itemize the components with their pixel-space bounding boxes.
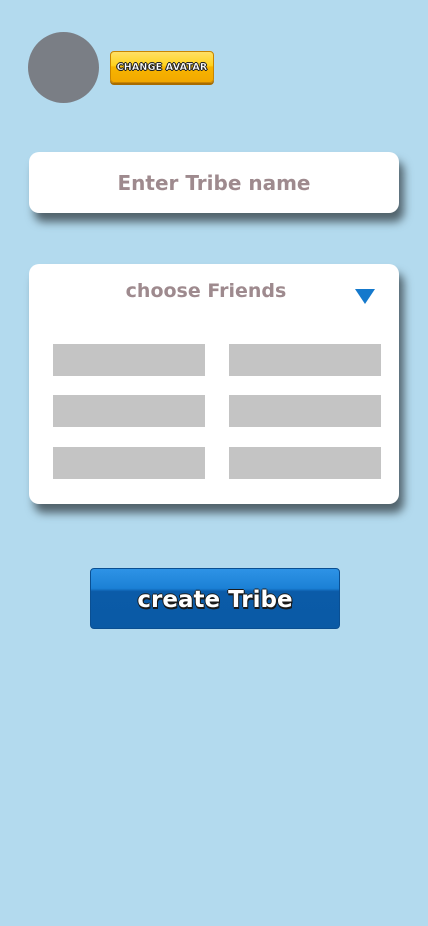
choose-friends-panel: choose Friends bbox=[29, 264, 399, 504]
create-tribe-button[interactable]: create Tribe bbox=[90, 568, 340, 629]
friend-slot[interactable] bbox=[53, 447, 205, 479]
friend-slot[interactable] bbox=[53, 395, 205, 427]
tribe-name-card bbox=[29, 151, 399, 214]
tribe-name-input[interactable] bbox=[29, 151, 399, 214]
choose-friends-title: choose Friends bbox=[125, 280, 287, 302]
friend-slot[interactable] bbox=[53, 344, 205, 376]
friend-slot[interactable] bbox=[229, 344, 381, 376]
create-tribe-label: create Tribe bbox=[137, 586, 293, 613]
triangle-down-icon[interactable] bbox=[355, 289, 375, 304]
friend-slot[interactable] bbox=[229, 395, 381, 427]
choose-friends-dropdown[interactable]: choose Friends bbox=[29, 278, 399, 308]
friend-slot[interactable] bbox=[229, 447, 381, 479]
avatar[interactable] bbox=[28, 32, 99, 103]
change-avatar-button[interactable]: CHANGE AVATAR bbox=[110, 51, 214, 83]
